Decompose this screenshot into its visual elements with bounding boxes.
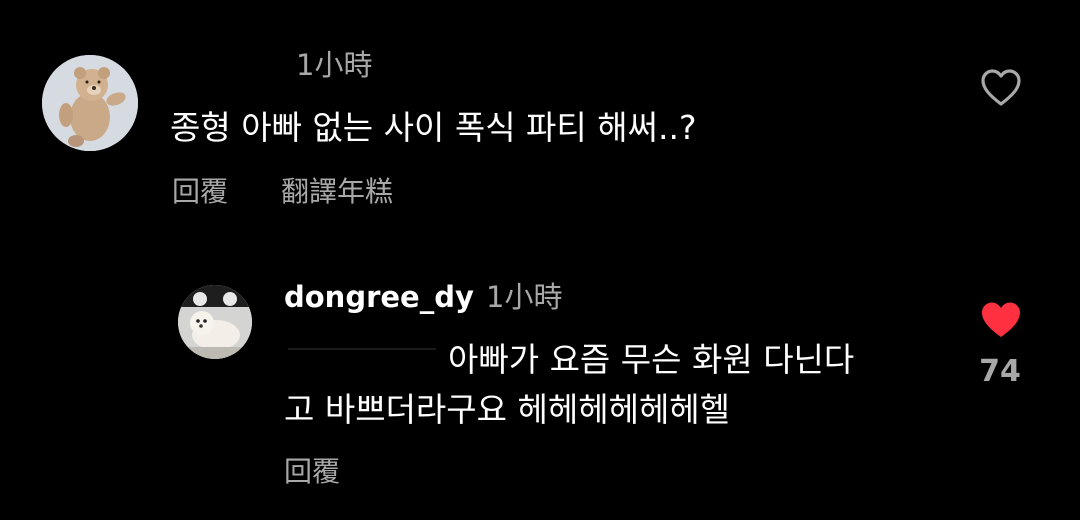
username[interactable]: dongree_dy <box>284 277 474 317</box>
heart-filled-icon[interactable] <box>979 300 1023 340</box>
mention-link[interactable] <box>288 348 436 350</box>
translate-button[interactable]: 翻譯年糕 <box>281 172 393 212</box>
heart-outline-icon[interactable] <box>980 68 1022 108</box>
commenter-avatar[interactable] <box>42 55 138 151</box>
reply-button[interactable]: 回覆 <box>284 452 340 492</box>
reply-commenter-avatar[interactable] <box>178 285 252 359</box>
reply-text-line: 고 바쁘더라구요 헤헤헤헤헤헤헬 <box>284 390 731 429</box>
like-count: 74 <box>979 354 1021 389</box>
reply-button[interactable]: 回覆 <box>172 172 228 212</box>
reply-text-line: 아빠가 요즘 무슨 화원 다닌다 <box>448 340 855 379</box>
comment-time: 1小時 <box>486 280 563 314</box>
comment-time: 1小時 <box>296 48 373 82</box>
comment-text: 종형 아빠 없는 사이 폭식 파티 해써..? <box>170 108 697 147</box>
